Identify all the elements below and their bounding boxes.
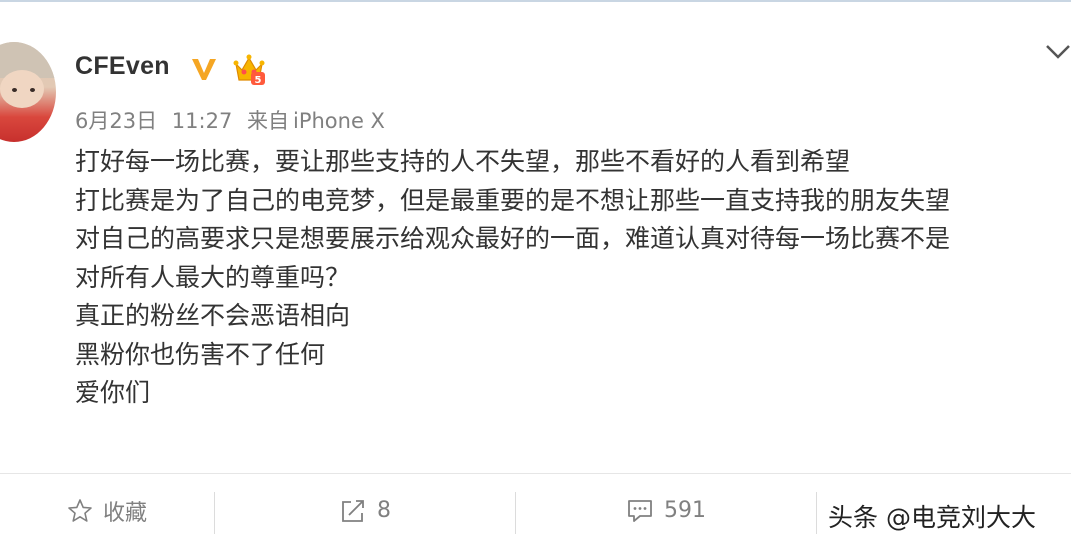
post-line: 对自己的高要求只是想要展示给观众最好的一面，难道认真对待每一场比赛不是 [75,224,951,253]
chevron-down-icon[interactable] [1044,42,1071,62]
watermark: 头条 @电竞刘大大 [828,503,1036,532]
source-prefix: 来自 [247,109,289,133]
post-line: 爱你们 [75,378,151,407]
repost-button[interactable]: 8 [215,474,515,547]
favorite-label: 收藏 [102,500,147,526]
post-line: 黑粉你也伤害不了任何 [75,339,326,369]
comment-count: 591 [664,498,706,523]
username[interactable]: CFEven [75,52,170,81]
svg-text:5: 5 [255,75,262,86]
post-line: 打比赛是为了自己的电竞梦，但是最重要的是不想让那些一直支持我的朋友失望 [75,185,951,215]
post-line: 对所有人最大的尊重吗？ [75,262,351,292]
verified-v-icon[interactable] [190,56,218,82]
top-border [0,0,1071,2]
repost-count: 8 [377,498,391,523]
post-line: 打好每一场比赛，要让那些支持的人不失望，那些不看好的人看到希望 [75,147,851,176]
post-time[interactable]: 11:27 [172,109,233,133]
post-line: 真正的粉丝不会恶语相向 [75,301,351,330]
comment-icon [628,499,652,522]
post-meta: 6月23日 11:27 来自 iPhone X [75,105,385,135]
avatar[interactable] [0,42,56,142]
vip-crown-icon[interactable]: 5 [232,52,266,86]
comment-button[interactable]: 591 [516,474,816,547]
post-content: 打好每一场比赛，要让那些支持的人不失望，那些不看好的人看到希望 打比赛是为了自己… [75,143,1070,413]
share-icon [342,499,364,522]
post-source[interactable]: iPhone X [293,109,385,133]
star-icon [68,498,92,522]
favorite-button[interactable]: 收藏 [0,474,214,547]
post-date[interactable]: 6月23日 [75,109,157,133]
action-separator [816,492,817,534]
